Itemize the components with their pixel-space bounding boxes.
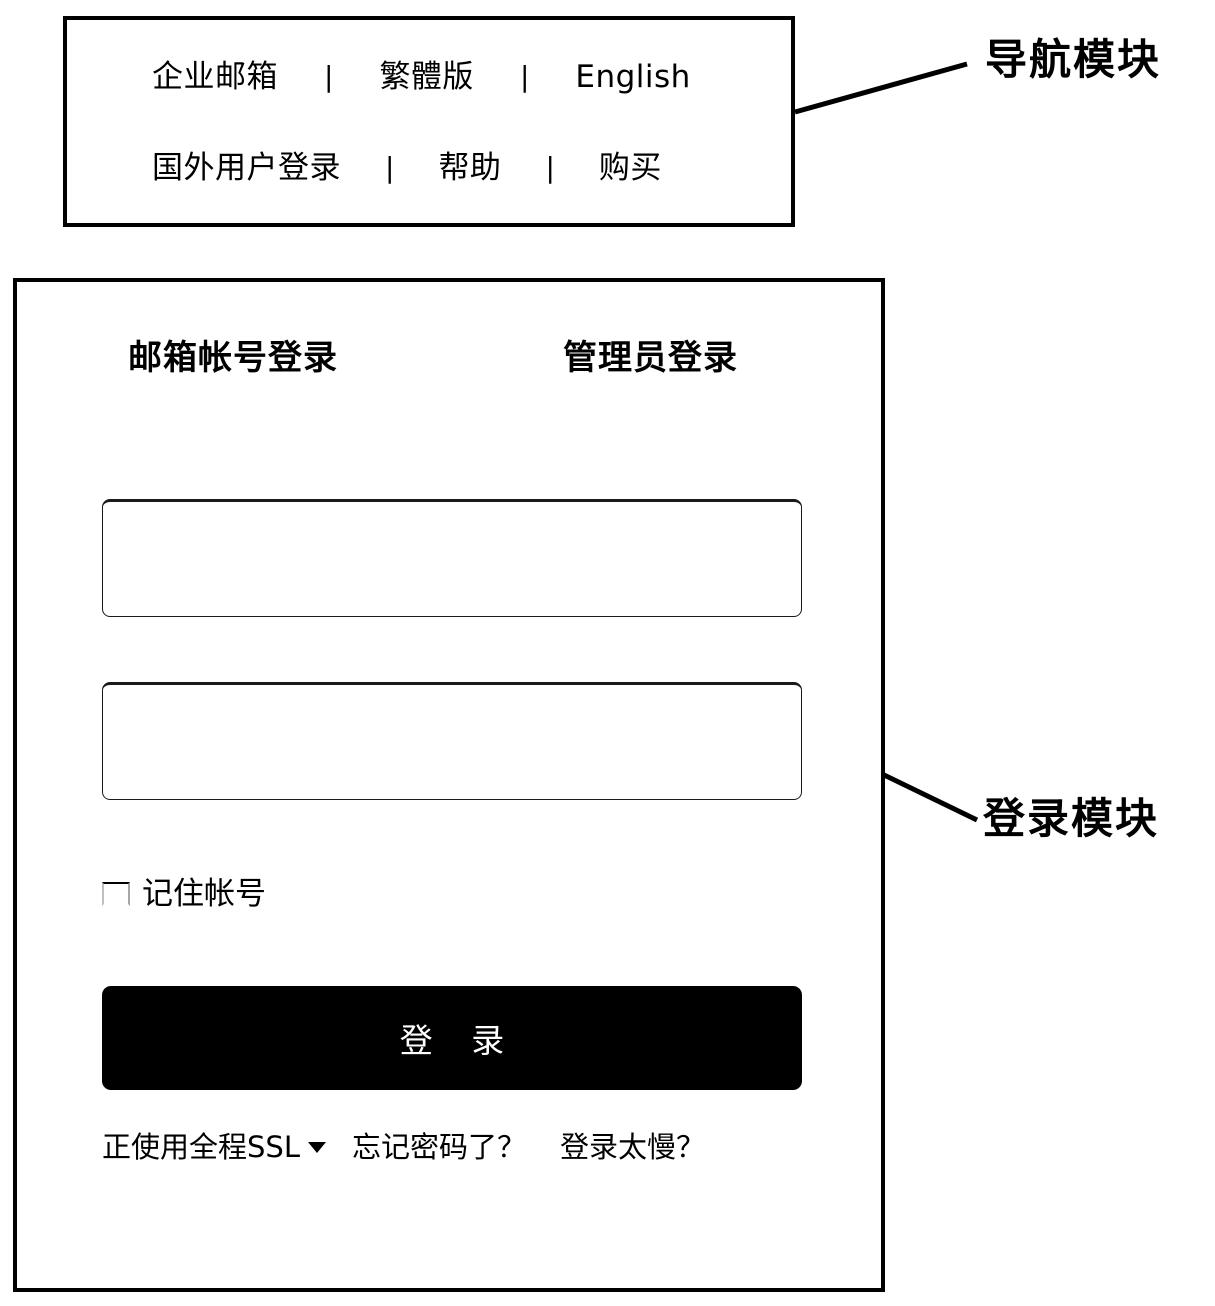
account-input[interactable] <box>102 499 802 617</box>
nav-separator: | <box>385 151 395 184</box>
tab-mail-account-login[interactable]: 邮箱帐号登录 <box>128 336 338 380</box>
callout-label-navigation-module: 导航模块 <box>985 35 1162 84</box>
chevron-down-icon[interactable] <box>307 1141 326 1153</box>
nav-separator: | <box>324 60 334 93</box>
forgot-password-link[interactable]: 忘记密码了？ <box>352 1125 526 1169</box>
nav-separator: | <box>545 151 555 184</box>
remember-account-row[interactable]: 记住帐号 <box>102 872 702 916</box>
login-too-slow-link[interactable]: 登录太慢？ <box>560 1125 705 1169</box>
remember-account-checkbox[interactable] <box>102 882 130 906</box>
callout-label-login-module: 登录模块 <box>983 794 1160 843</box>
password-input[interactable] <box>102 682 802 800</box>
tab-administrator-login[interactable]: 管理员登录 <box>563 336 738 380</box>
remember-account-label: 记住帐号 <box>142 876 266 912</box>
login-tabs: 邮箱帐号登录 管理员登录 <box>115 336 785 380</box>
nav-row-primary: 企业邮箱 | 繁體版 | English <box>67 58 791 96</box>
nav-link-overseas-user-login[interactable]: 国外用户登录 <box>152 149 341 187</box>
nav-link-traditional-chinese[interactable]: 繁體版 <box>379 58 474 96</box>
nav-link-enterprise-mail[interactable]: 企业邮箱 <box>152 58 278 96</box>
nav-link-english[interactable]: English <box>575 58 690 96</box>
login-module: 邮箱帐号登录 管理员登录 记住帐号 登 录 正使用全程SSL 忘记密码了？ 登录… <box>13 278 885 1292</box>
nav-link-purchase[interactable]: 购买 <box>599 149 662 187</box>
ssl-status-link[interactable]: 正使用全程SSL <box>102 1125 300 1169</box>
navigation-module: 企业邮箱 | 繁體版 | English 国外用户登录 | 帮助 | 购买 <box>63 16 795 227</box>
nav-link-help[interactable]: 帮助 <box>438 149 501 187</box>
nav-row-secondary: 国外用户登录 | 帮助 | 购买 <box>67 149 791 187</box>
login-submit-button[interactable]: 登 录 <box>102 986 802 1090</box>
nav-separator: | <box>519 60 530 93</box>
login-footer-links: 正使用全程SSL 忘记密码了？ 登录太慢？ <box>102 1124 842 1170</box>
leader-line-login <box>880 771 979 823</box>
leader-line-nav <box>794 61 968 115</box>
